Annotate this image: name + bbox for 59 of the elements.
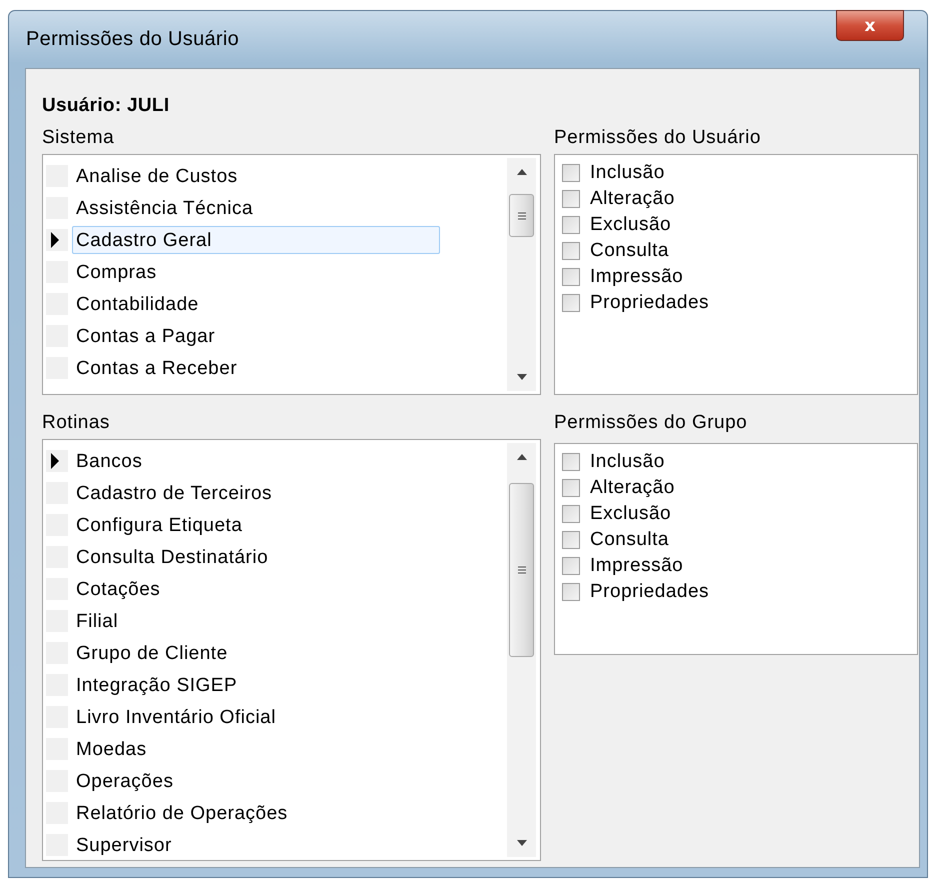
user-label: Usuário: JULI: [42, 95, 170, 118]
list-item[interactable]: Operações: [72, 767, 440, 795]
list-item[interactable]: Contas a Pagar: [72, 322, 440, 350]
list-item[interactable]: Relatório de Operações: [72, 799, 440, 827]
scrollbar[interactable]: [507, 443, 536, 857]
list-item[interactable]: Consulta Destinatário: [72, 543, 440, 571]
list-label: Rotinas: [42, 412, 111, 435]
checkbox-label: Propriedades: [590, 581, 710, 603]
list-item[interactable]: Livro Inventário Oficial: [72, 703, 440, 731]
list-item[interactable]: Moedas: [72, 735, 440, 763]
list-item[interactable]: Assistência Técnica: [72, 194, 440, 222]
grip-icon: [516, 212, 526, 220]
checkbox[interactable]: [562, 505, 580, 523]
checkbox-label: Consulta: [590, 529, 669, 551]
checkbox[interactable]: [562, 583, 580, 601]
scrollbar[interactable]: [507, 158, 536, 391]
checkbox[interactable]: [562, 531, 580, 549]
list-item[interactable]: Cadastro de Terceiros: [72, 479, 440, 507]
checkbox-label: Alteração: [590, 188, 675, 210]
group-label: Permissões do Grupo: [554, 412, 748, 435]
list-item[interactable]: Cadastro Geral: [72, 226, 440, 254]
checkbox[interactable]: [562, 216, 580, 234]
checkbox[interactable]: [562, 164, 580, 182]
list-item[interactable]: Supervisor: [72, 831, 440, 859]
list-item[interactable]: Analise de Custos: [72, 162, 440, 190]
close-button[interactable]: x: [836, 10, 904, 41]
checkbox-label: Exclusão: [590, 503, 672, 525]
checkbox-label: Exclusão: [590, 214, 672, 236]
list-label: Sistema: [42, 127, 116, 150]
checkbox[interactable]: [562, 294, 580, 312]
checkbox[interactable]: [562, 242, 580, 260]
list-item[interactable]: Cotações: [72, 575, 440, 603]
checkbox-label: Impressão: [590, 555, 684, 577]
checkbox-label: Inclusão: [590, 162, 665, 184]
list-item[interactable]: Filial: [72, 607, 440, 635]
checkbox-label: Impressão: [590, 266, 684, 288]
checkbox-label: Alteração: [590, 477, 675, 499]
scroll-up-icon[interactable]: [516, 454, 526, 460]
list-item[interactable]: Compras: [72, 258, 440, 286]
list-item[interactable]: Bancos: [72, 447, 440, 475]
group-label: Permissões do Usuário: [554, 127, 762, 150]
checkbox[interactable]: [562, 557, 580, 575]
checkbox-label: Inclusão: [590, 451, 665, 473]
list-item[interactable]: Contabilidade: [72, 290, 440, 318]
scroll-up-icon[interactable]: [516, 169, 526, 175]
list-item[interactable]: Contas a Receber: [72, 354, 440, 382]
scroll-down-icon[interactable]: [516, 374, 526, 380]
checkbox-label: Consulta: [590, 240, 669, 262]
grip-icon: [516, 566, 526, 574]
list-item[interactable]: Grupo de Cliente: [72, 639, 440, 667]
checkbox[interactable]: [562, 479, 580, 497]
checkbox[interactable]: [562, 268, 580, 286]
list-item[interactable]: Configura Etiqueta: [72, 511, 440, 539]
window-title: Permissões do Usuário: [26, 28, 240, 51]
checkbox[interactable]: [562, 190, 580, 208]
list-item[interactable]: Integração SIGEP: [72, 671, 440, 699]
checkbox-label: Propriedades: [590, 292, 710, 314]
checkbox[interactable]: [562, 453, 580, 471]
scroll-down-icon[interactable]: [516, 840, 526, 846]
